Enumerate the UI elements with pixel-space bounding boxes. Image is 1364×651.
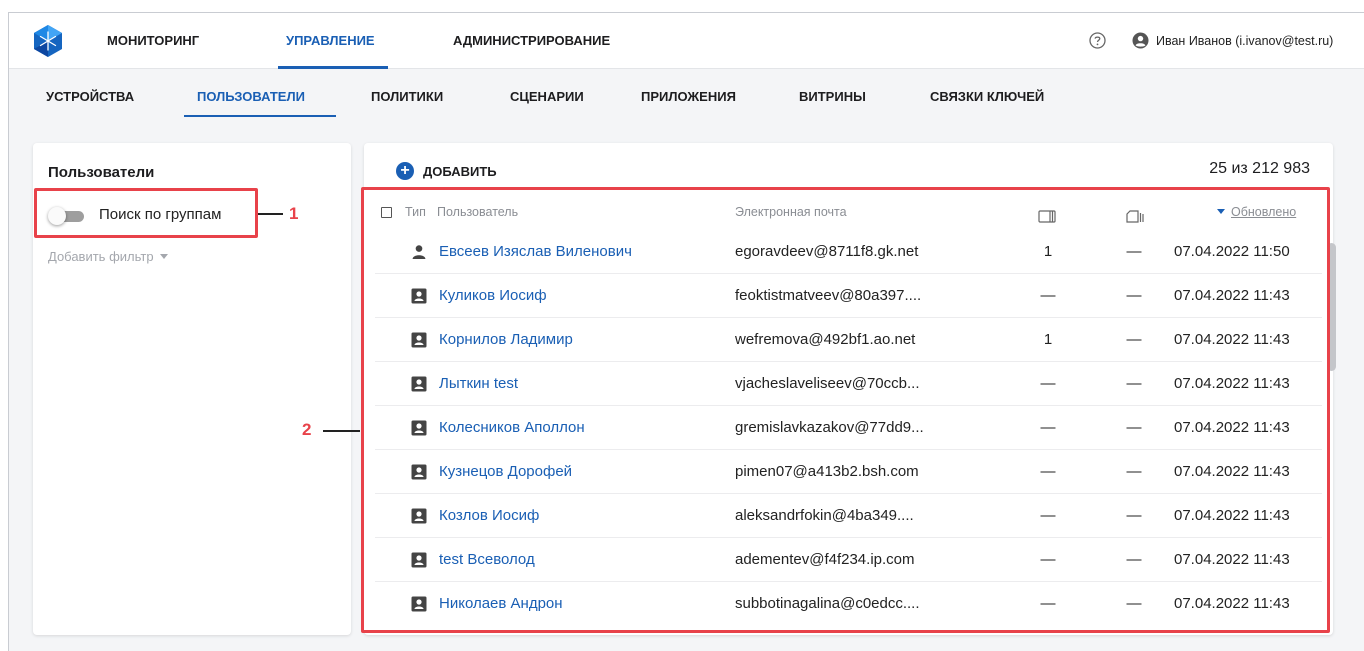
top-bar: МОНИТОРИНГ УПРАВЛЕНИЕ АДМИНИСТРИРОВАНИЕ … [9,13,1364,69]
tab-scenarios[interactable]: СЦЕНАРИИ [510,89,584,104]
help-icon[interactable] [1089,32,1106,49]
tab-users[interactable]: ПОЛЬЗОВАТЕЛИ [197,89,305,104]
sub-navigation: УСТРОЙСТВА ПОЛЬЗОВАТЕЛИ ПОЛИТИКИ СЦЕНАРИ… [9,70,1364,130]
results-count: 25 из 212 983 [1209,160,1310,177]
tab-active-indicator [184,115,336,117]
add-user-button[interactable]: + ДОБАВИТЬ [396,161,497,181]
add-filter-label: Добавить фильтр [48,249,154,264]
annotation-label-2: 2 [302,420,312,439]
annotation-line-1 [258,213,283,215]
chevron-down-icon [159,254,168,259]
tab-keychains[interactable]: СВЯЗКИ КЛЮЧЕЙ [930,89,1044,104]
nav-administration[interactable]: АДМИНИСТРИРОВАНИЕ [453,13,610,69]
add-user-label: ДОБАВИТЬ [423,163,497,179]
nav-management[interactable]: УПРАВЛЕНИЕ [286,13,375,69]
tab-policies[interactable]: ПОЛИТИКИ [371,89,443,104]
tab-applications[interactable]: ПРИЛОЖЕНИЯ [641,89,736,104]
nav-monitoring[interactable]: МОНИТОРИНГ [107,13,199,69]
nav-active-indicator [278,66,388,69]
annotation-label-1: 1 [289,204,299,223]
annotation-box-1 [34,188,258,238]
user-name[interactable]: Иван Иванов (i.ivanov@test.ru) [1156,13,1333,69]
add-filter-dropdown[interactable]: Добавить фильтр [48,249,168,264]
user-icon[interactable] [1132,32,1149,49]
annotation-box-2 [361,187,1330,633]
tab-showcases[interactable]: ВИТРИНЫ [799,89,866,104]
annotation-line-2 [323,430,360,432]
logo[interactable] [31,24,65,58]
tab-devices[interactable]: УСТРОЙСТВА [46,89,134,104]
plus-icon: + [396,162,414,180]
panel-title: Пользователи [48,164,155,181]
